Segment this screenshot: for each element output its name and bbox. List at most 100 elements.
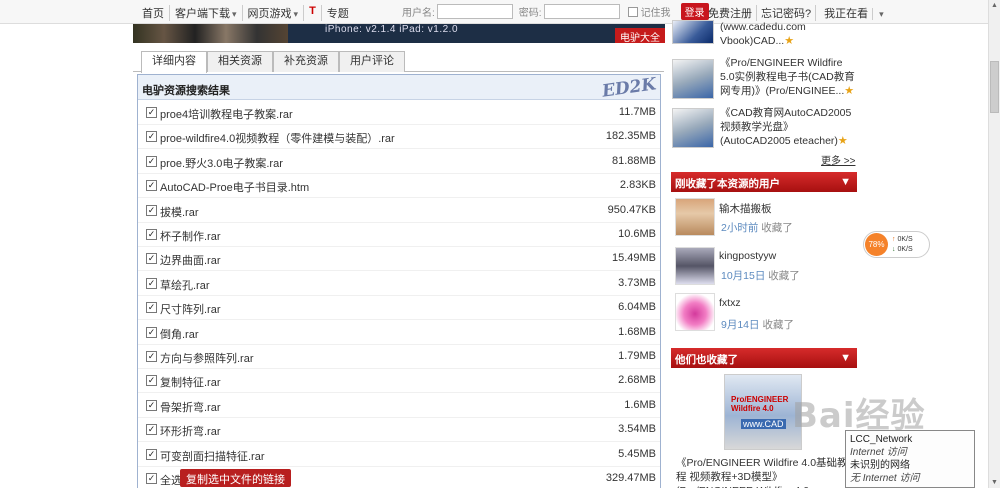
select-all-checkbox[interactable]: ✓ <box>146 473 157 484</box>
file-checkbox[interactable]: ✓ <box>146 229 157 240</box>
file-checkbox[interactable]: ✓ <box>146 399 157 411</box>
file-checkbox[interactable]: ✓ <box>146 107 157 118</box>
more-link[interactable]: 更多 >> <box>821 152 855 167</box>
book-cover[interactable] <box>672 59 714 99</box>
file-row: ✓ 可变剖面扫描特征.rar 5.45MB <box>138 443 660 467</box>
collector-name[interactable]: fxtxz <box>719 297 741 309</box>
nav-topics[interactable]: 专题 <box>322 5 354 21</box>
file-name[interactable]: 草绘孔.rar <box>160 277 210 293</box>
file-size: 11.7MB <box>618 106 656 118</box>
file-row: ✓ 拔模.rar 950.47KB <box>138 199 660 223</box>
file-size: 15.49MB <box>611 252 656 265</box>
scroll-up-icon[interactable]: ▲ <box>991 2 998 9</box>
file-checkbox[interactable]: ✓ <box>146 326 157 338</box>
file-checkbox[interactable]: ✓ <box>146 180 157 192</box>
file-name[interactable]: 杯子制作.rar <box>160 228 221 244</box>
also-book-title[interactable]: 《Pro/ENGINEER Wildfire 4.0基础教程 视频教程+3D模型… <box>676 456 856 488</box>
network-no-internet: 无 Internet 访问 <box>850 473 920 484</box>
file-name[interactable]: 可变剖面扫描特征.rar <box>160 448 265 464</box>
collect-time: 2小时前 <box>721 222 759 234</box>
remember-checkbox[interactable] <box>627 6 638 17</box>
scroll-down-icon[interactable]: ▼ <box>991 479 998 486</box>
collector-name[interactable]: kingpostyyw <box>719 250 776 262</box>
file-name[interactable]: 复制特征.rar <box>160 374 221 390</box>
avatar[interactable] <box>675 247 715 285</box>
file-checkbox[interactable]: ✓ <box>146 204 157 216</box>
cover-label: Pro/ENGINEER Wildfire 4.0 <box>731 395 789 413</box>
banner-tag[interactable]: 电驴大全 <box>615 28 665 44</box>
page-scrollbar[interactable]: ▲ ▼ <box>988 0 1000 488</box>
also-book-cover[interactable]: Pro/ENGINEER Wildfire 4.0 www.CAD <box>724 374 802 450</box>
file-name[interactable]: 倒角.rar <box>160 326 199 342</box>
file-name[interactable]: proe-wildfire4.0视频教程（零件建模与装配）.rar <box>160 130 395 146</box>
watching-dropdown[interactable]: 我正在看 ▾ <box>816 5 892 21</box>
tab-related[interactable]: 相关资源 <box>207 51 273 72</box>
file-row: ✓ proe.野火3.0电子教案.rar 81.88MB <box>138 150 660 174</box>
file-name[interactable]: 边界曲面.rar <box>160 252 221 268</box>
nav-web-games[interactable]: 网页游戏 <box>243 5 305 21</box>
tab-supplementary[interactable]: 补充资源 <box>273 51 339 72</box>
book-item-2[interactable]: 《Pro/ENGINEER Wildfire 5.0实例教程电子书(CAD教育网… <box>672 56 862 104</box>
tab-details[interactable]: 详细内容 <box>141 51 207 73</box>
copy-links-button[interactable]: 复制选中文件的链接 <box>180 469 291 487</box>
upload-speed: ↑ 0K/S <box>892 236 913 243</box>
nav-t-icon[interactable]: T <box>304 5 322 21</box>
file-size: 2.83KB <box>619 179 656 192</box>
file-name[interactable]: 尺寸阵列.rar <box>160 301 221 317</box>
book-item-1[interactable]: (www.cadedu.com Vbook)CAD...★ <box>672 20 862 52</box>
file-name[interactable]: proe.野火3.0电子教案.rar <box>160 155 283 171</box>
nav-client-download[interactable]: 客户端下载 <box>170 5 243 21</box>
nav-home[interactable]: 首页 <box>137 5 170 21</box>
triangle-down-icon[interactable]: ▼ <box>840 352 851 364</box>
file-name[interactable]: 骨架折弯.rar <box>160 399 221 415</box>
site-nav: 首页 客户端下载 网页游戏 T 专题 <box>137 5 354 21</box>
login-area: 用户名: 密码: 记住我 登录 <box>402 3 709 20</box>
file-size: 81.88MB <box>611 154 656 167</box>
account-links: 免费注册 忘记密码? 我正在看 ▾ <box>704 5 892 21</box>
book-title[interactable]: 《CAD教育网AutoCAD2005视频教学光盘》(AutoCAD2005 et… <box>720 107 851 147</box>
file-size: 950.47KB <box>607 203 656 216</box>
select-all-label: 全选 <box>160 475 182 487</box>
file-row: ✓ 复制特征.rar 2.68MB <box>138 369 660 394</box>
file-checkbox[interactable]: ✓ <box>146 302 157 314</box>
file-checkbox[interactable]: ✓ <box>146 155 157 167</box>
collect-time: 9月14日 <box>721 319 760 331</box>
file-checkbox[interactable]: ✓ <box>146 375 157 387</box>
collector-name[interactable]: 输木描搬板 <box>719 201 772 216</box>
collect-action: 收藏了 <box>761 222 793 234</box>
book-title[interactable]: 《Pro/ENGINEER Wildfire 5.0实例教程电子书(CAD教育网… <box>720 57 855 97</box>
password-input[interactable] <box>543 4 620 19</box>
file-checkbox[interactable]: ✓ <box>146 424 157 436</box>
register-link[interactable]: 免费注册 <box>704 5 757 21</box>
file-name[interactable]: 方向与参照阵列.rar <box>160 350 254 366</box>
file-name[interactable]: 拔模.rar <box>160 204 199 220</box>
avatar[interactable] <box>675 198 715 236</box>
username-input[interactable] <box>436 4 513 19</box>
book-cover[interactable] <box>672 108 714 148</box>
collectors-section-header: 刚收藏了本资源的用户 ▼ <box>671 172 857 192</box>
file-name[interactable]: 环形折弯.rar <box>160 423 221 439</box>
book-cover[interactable] <box>672 20 714 44</box>
file-checkbox[interactable]: ✓ <box>146 351 157 362</box>
forgot-password-link[interactable]: 忘记密码? <box>757 5 817 21</box>
file-name[interactable]: AutoCAD-Proe电子书目录.htm <box>160 179 309 195</box>
file-row: ✓ 环形折弯.rar 3.54MB <box>138 418 660 443</box>
triangle-down-icon[interactable]: ▼ <box>840 176 851 188</box>
file-row: ✓ 草绘孔.rar 3.73MB <box>138 272 660 296</box>
ed2k-logo: ED2K <box>600 74 658 102</box>
chevron-down-icon: ▾ <box>879 9 884 19</box>
file-name[interactable]: proe4培训教程电子教案.rar <box>160 106 293 122</box>
file-checkbox[interactable]: ✓ <box>146 277 157 289</box>
watching-label: 我正在看 <box>820 8 874 20</box>
file-row: ✓ proe-wildfire4.0视频教程（零件建模与装配）.rar 182.35… <box>138 125 660 150</box>
tab-comments[interactable]: 用户评论 <box>339 51 405 72</box>
avatar[interactable] <box>675 293 715 331</box>
also-collected-header: 他们也收藏了 ▼ <box>671 348 857 368</box>
file-checkbox[interactable]: ✓ <box>146 253 157 265</box>
file-checkbox[interactable]: ✓ <box>146 448 157 460</box>
file-checkbox[interactable]: ✓ <box>146 131 157 143</box>
scrollbar-thumb[interactable] <box>990 61 999 113</box>
app-versions: iPhone: v2.1.4 iPad: v1.2.0 <box>325 24 459 35</box>
book-item-3[interactable]: 《CAD教育网AutoCAD2005视频教学光盘》(AutoCAD2005 et… <box>672 106 862 150</box>
speed-widget[interactable]: 78% ↑ 0K/S ↓ 0K/S <box>863 231 930 258</box>
